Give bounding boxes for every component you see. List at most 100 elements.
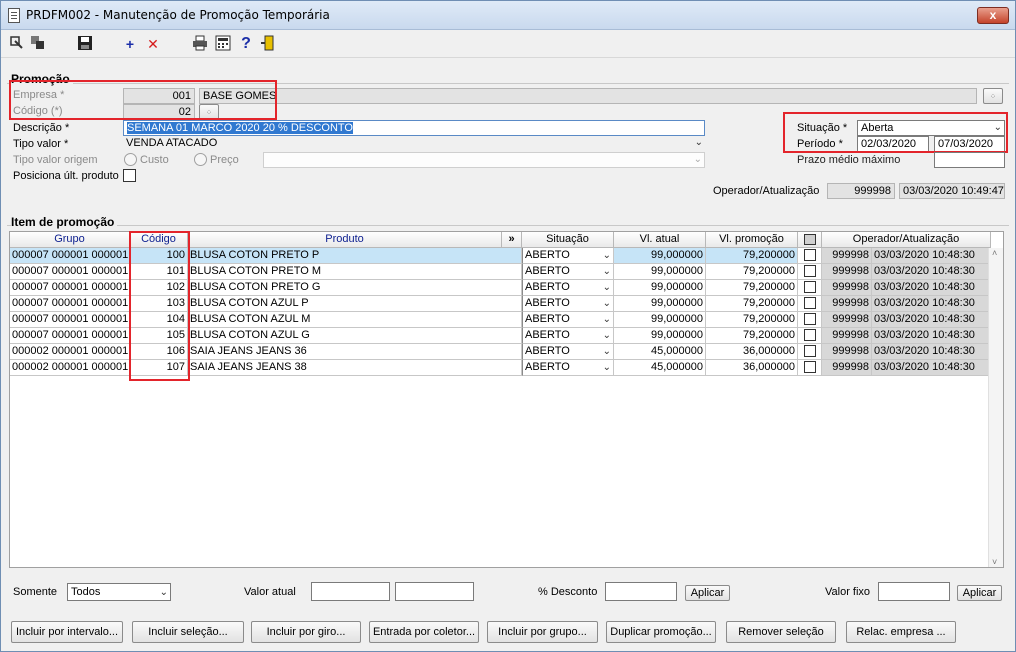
exit-icon[interactable] [7,35,25,53]
cell-codigo[interactable]: 101 [130,264,188,280]
col-produto-header[interactable]: Produto [188,232,502,248]
cell-atualizacao[interactable]: 03/03/2020 10:48:30 [872,312,991,328]
expand-columns-button[interactable]: » [502,232,522,248]
codigo-lookup-button[interactable]: ⁘ [199,104,219,120]
add-icon[interactable]: + [121,35,139,53]
row-select-cell[interactable] [798,280,822,296]
cell-situacao[interactable]: ABERTO ⌄ [522,280,614,296]
row-checkbox[interactable] [804,265,816,277]
row-select-cell[interactable] [798,328,822,344]
cell-operador[interactable]: 999998 [822,296,872,312]
door-icon[interactable] [259,35,277,53]
cell-operador[interactable]: 999998 [822,264,872,280]
table-row[interactable]: 000002 000001 000001 106 SAIA JEANS JEANS … [10,344,1003,360]
cell-vl-atual[interactable]: 45,000000 [614,360,706,376]
valor-atual-to-input[interactable] [395,582,474,601]
valor-fixo-input[interactable] [878,582,950,601]
cell-grupo[interactable]: 000002 000001 000001 [10,344,130,360]
cell-produto[interactable]: SAIA JEANS JEANS 38 [188,360,522,376]
cell-atualizacao[interactable]: 03/03/2020 10:48:30 [872,360,991,376]
cell-situacao[interactable]: ABERTO ⌄ [522,328,614,344]
cell-vl-atual[interactable]: 99,000000 [614,280,706,296]
cell-vl-atual[interactable]: 99,000000 [614,296,706,312]
cell-vl-promocao[interactable]: 79,200000 [706,312,798,328]
table-row[interactable]: 000007 000001 000001 101 BLUSA COTON PRETO… [10,264,1003,280]
row-checkbox[interactable] [804,361,816,373]
cell-situacao[interactable]: ABERTO ⌄ [522,360,614,376]
aplicar-desconto-button[interactable]: Aplicar [685,585,730,601]
cell-produto[interactable]: BLUSA COTON AZUL G [188,328,522,344]
col-grupo-header[interactable]: Grupo [10,232,130,248]
cell-atualizacao[interactable]: 03/03/2020 10:48:30 [872,264,991,280]
col-vl-atual-header[interactable]: Vl. atual [614,232,706,248]
cell-situacao[interactable]: ABERTO ⌄ [522,296,614,312]
scroll-up-icon[interactable]: ˄ [992,248,997,258]
cell-grupo[interactable]: 000007 000001 000001 [10,248,130,264]
cell-situacao[interactable]: ABERTO ⌄ [522,312,614,328]
cell-vl-promocao[interactable]: 79,200000 [706,248,798,264]
row-checkbox[interactable] [804,249,816,261]
cell-produto[interactable]: SAIA JEANS JEANS 36 [188,344,522,360]
col-operador-header[interactable]: Operador/Atualização [822,232,991,248]
cell-atualizacao[interactable]: 03/03/2020 10:48:30 [872,296,991,312]
cell-grupo[interactable]: 000007 000001 000001 [10,328,130,344]
tipo-valor-select[interactable]: VENDA ATACADO ⌄ [123,136,705,152]
cell-situacao[interactable]: ABERTO ⌄ [522,344,614,360]
cell-vl-atual[interactable]: 99,000000 [614,312,706,328]
incluir-giro-button[interactable]: Incluir por giro... [251,621,361,643]
cell-vl-promocao[interactable]: 36,000000 [706,360,798,376]
scroll-down-icon[interactable]: ˅ [992,557,997,567]
entrada-coletor-button[interactable]: Entrada por coletor... [369,621,479,643]
cell-situacao[interactable]: ABERTO ⌄ [522,264,614,280]
cell-atualizacao[interactable]: 03/03/2020 10:48:30 [872,344,991,360]
cell-atualizacao[interactable]: 03/03/2020 10:48:30 [872,280,991,296]
copy-icon[interactable] [29,35,47,53]
cell-situacao[interactable]: ABERTO ⌄ [522,248,614,264]
save-icon[interactable] [76,35,94,53]
descricao-input[interactable]: SEMANA 01 MARCO 2020 20 % DESCONTO [123,120,705,136]
cell-produto[interactable]: BLUSA COTON PRETO M [188,264,522,280]
table-row[interactable]: 000007 000001 000001 100 BLUSA COTON PRETO… [10,248,1003,264]
cell-grupo[interactable]: 000002 000001 000001 [10,360,130,376]
valor-atual-from-input[interactable] [311,582,390,601]
print-icon[interactable] [191,35,209,53]
table-row[interactable]: 000002 000001 000001 107 SAIA JEANS JEANS … [10,360,1003,376]
aplicar-valor-fixo-button[interactable]: Aplicar [957,585,1002,601]
cell-vl-promocao[interactable]: 79,200000 [706,328,798,344]
cell-operador[interactable]: 999998 [822,360,872,376]
row-select-cell[interactable] [798,344,822,360]
posiciona-checkbox[interactable] [123,169,136,182]
somente-select[interactable]: Todos ⌄ [67,583,171,601]
cell-grupo[interactable]: 000007 000001 000001 [10,296,130,312]
row-checkbox[interactable] [804,313,816,325]
incluir-intervalo-button[interactable]: Incluir por intervalo... [11,621,123,643]
cell-codigo[interactable]: 107 [130,360,188,376]
cell-grupo[interactable]: 000007 000001 000001 [10,312,130,328]
cell-operador[interactable]: 999998 [822,312,872,328]
row-select-cell[interactable] [798,248,822,264]
select-all-header[interactable] [798,232,822,248]
help-icon[interactable]: ? [237,35,255,53]
duplicar-promocao-button[interactable]: Duplicar promoção... [606,621,716,643]
cell-operador[interactable]: 999998 [822,328,872,344]
custo-radio[interactable] [124,153,137,166]
row-select-cell[interactable] [798,360,822,376]
row-select-cell[interactable] [798,312,822,328]
col-vl-promocao-header[interactable]: Vl. promoção [706,232,798,248]
calculator-icon[interactable] [214,35,232,53]
relac-empresa-button[interactable]: Relac. empresa ... [846,621,956,643]
cell-atualizacao[interactable]: 03/03/2020 10:48:30 [872,248,991,264]
cell-vl-promocao[interactable]: 79,200000 [706,264,798,280]
col-codigo-header[interactable]: Código [130,232,188,248]
table-row[interactable]: 000007 000001 000001 104 BLUSA COTON AZUL … [10,312,1003,328]
cell-vl-promocao[interactable]: 79,200000 [706,296,798,312]
cell-vl-atual[interactable]: 99,000000 [614,264,706,280]
incluir-selecao-button[interactable]: Incluir seleção... [132,621,244,643]
cell-operador[interactable]: 999998 [822,248,872,264]
situacao-select[interactable]: Aberta ⌄ [857,120,1005,136]
cell-produto[interactable]: BLUSA COTON AZUL M [188,312,522,328]
cell-vl-atual[interactable]: 99,000000 [614,328,706,344]
cell-codigo[interactable]: 104 [130,312,188,328]
col-situacao-header[interactable]: Situação [522,232,614,248]
row-checkbox[interactable] [804,281,816,293]
